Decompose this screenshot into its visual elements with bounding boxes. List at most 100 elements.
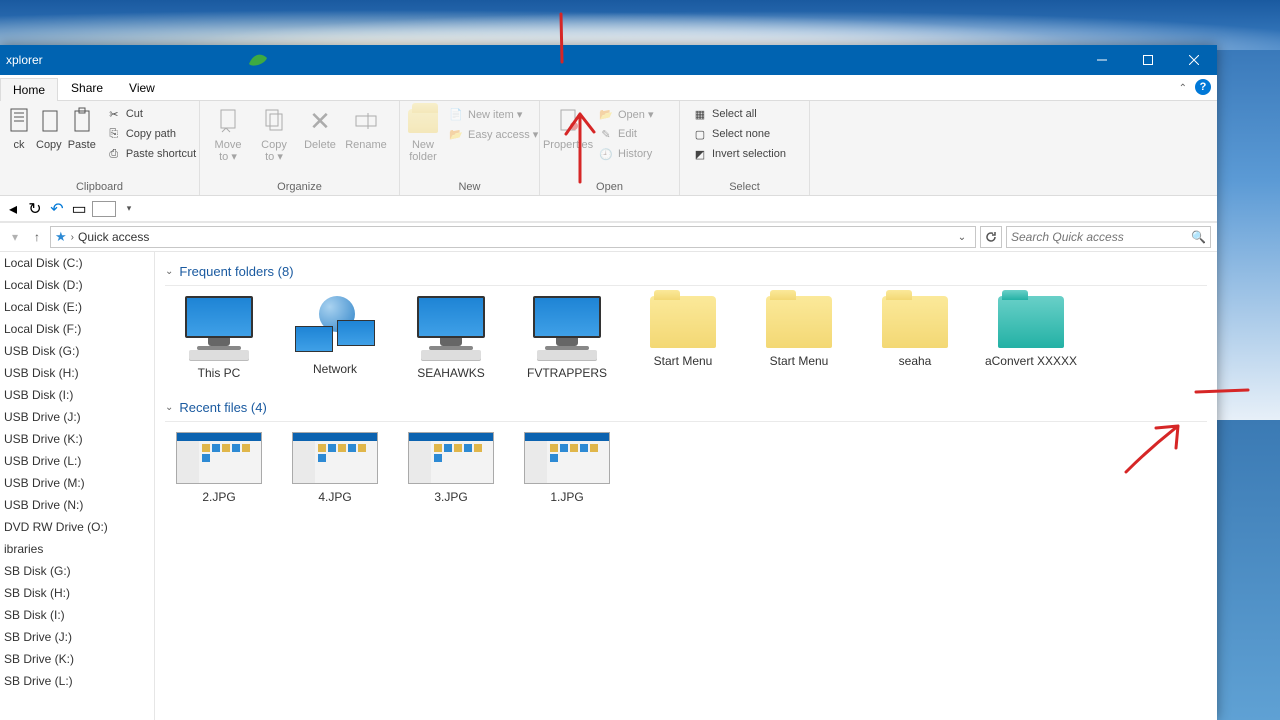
properties-button[interactable]: Properties (546, 103, 590, 153)
paste-shortcut-button[interactable]: ⎙Paste shortcut (102, 145, 200, 163)
breadcrumb[interactable]: Quick access (78, 230, 149, 244)
address-dropdown-button[interactable]: ⌄ (953, 232, 971, 243)
open-button[interactable]: 📂Open ▾ (594, 105, 658, 123)
folder-tile[interactable]: This PC (171, 296, 267, 380)
qat-redo-icon[interactable]: ↻ (26, 200, 44, 218)
select-none-icon: ▢ (692, 126, 708, 142)
move-to-button[interactable]: Move to ▾ (206, 103, 250, 165)
nav-item[interactable]: SB Disk (H:) (0, 582, 154, 604)
qat-properties-icon[interactable]: ▭ (70, 200, 88, 218)
copy-to-button[interactable]: Copy to ▾ (252, 103, 296, 165)
tile-label: Network (313, 362, 357, 376)
folder-tile[interactable]: Start Menu (751, 296, 847, 380)
new-folder-button[interactable]: New folder (406, 103, 440, 165)
search-input[interactable] (1011, 230, 1191, 244)
content-pane[interactable]: ⌄ Frequent folders (8) This PC Network SEA… (155, 252, 1217, 720)
scissors-icon: ✂ (106, 106, 122, 122)
copy-path-button[interactable]: ⎘Copy path (102, 125, 200, 143)
new-item-button[interactable]: 📄New item ▾ (444, 105, 542, 123)
select-all-icon: ▦ (692, 106, 708, 122)
tab-home[interactable]: Home (0, 78, 58, 101)
nav-item[interactable]: USB Drive (J:) (0, 406, 154, 428)
nav-item[interactable]: SB Disk (G:) (0, 560, 154, 582)
cut-button[interactable]: ✂Cut (102, 105, 200, 123)
tile-label: 2.JPG (202, 490, 235, 504)
folder-icon (882, 296, 948, 348)
nav-item[interactable]: DVD RW Drive (O:) (0, 516, 154, 538)
tile-label: SEAHAWKS (417, 366, 485, 380)
ribbon: ck Copy Paste ✂Cut ⎘Copy path ⎙Paste sho… (0, 101, 1217, 196)
easy-access-icon: 📂 (448, 126, 464, 142)
edit-button[interactable]: ✎Edit (594, 125, 658, 143)
tile-label: 3.JPG (434, 490, 467, 504)
history-button[interactable]: 🕘History (594, 145, 658, 163)
select-all-button[interactable]: ▦Select all (688, 105, 790, 123)
tab-share[interactable]: Share (58, 76, 116, 100)
nav-item[interactable]: Local Disk (D:) (0, 274, 154, 296)
navigation-pane[interactable]: Local Disk (C:)Local Disk (D:)Local Disk… (0, 252, 155, 720)
qat-undo-icon[interactable]: ↶ (48, 200, 66, 218)
maximize-button[interactable] (1125, 45, 1171, 75)
file-tile[interactable]: 4.JPG (287, 432, 383, 504)
nav-back-button[interactable]: ▾ (6, 228, 24, 246)
nav-item[interactable]: USB Drive (K:) (0, 428, 154, 450)
minimize-button[interactable] (1079, 45, 1125, 75)
file-tile[interactable]: 3.JPG (403, 432, 499, 504)
nav-item[interactable]: USB Drive (M:) (0, 472, 154, 494)
copy-button[interactable]: Copy (34, 103, 64, 153)
help-icon[interactable]: ? (1195, 79, 1211, 95)
chevron-down-icon: ⌄ (165, 266, 173, 277)
tile-label: 4.JPG (318, 490, 351, 504)
new-item-icon: 📄 (448, 106, 464, 122)
nav-item[interactable]: USB Disk (H:) (0, 362, 154, 384)
delete-button[interactable]: ✕Delete (298, 103, 342, 153)
network-icon (295, 296, 375, 356)
select-none-button[interactable]: ▢Select none (688, 125, 790, 143)
nav-item[interactable]: Local Disk (E:) (0, 296, 154, 318)
screenshot-thumb-icon (408, 432, 494, 484)
nav-item[interactable]: USB Drive (L:) (0, 450, 154, 472)
address-bar[interactable]: ★ › Quick access ⌄ (50, 226, 976, 248)
easy-access-button[interactable]: 📂Easy access ▾ (444, 125, 542, 143)
title-bar[interactable]: xplorer (0, 45, 1217, 75)
ribbon-tabs: Home Share View ⌃ ? (0, 75, 1217, 101)
group-header-recent[interactable]: ⌄ Recent files (4) (165, 394, 1207, 422)
folder-tile[interactable]: Network (287, 296, 383, 380)
folder-tile[interactable]: Start Menu (635, 296, 731, 380)
collapse-ribbon-button[interactable]: ⌃ (1179, 83, 1187, 94)
tab-view[interactable]: View (116, 76, 168, 100)
folder-icon (998, 296, 1064, 348)
invert-selection-button[interactable]: ◩Invert selection (688, 145, 790, 163)
nav-item[interactable]: ibraries (0, 538, 154, 560)
folder-tile[interactable]: FVTRAPPERS (519, 296, 615, 380)
qat-input[interactable] (92, 201, 116, 217)
nav-item[interactable]: Local Disk (C:) (0, 252, 154, 274)
group-header-frequent[interactable]: ⌄ Frequent folders (8) (165, 258, 1207, 286)
nav-item[interactable]: USB Disk (G:) (0, 340, 154, 362)
tile-label: FVTRAPPERS (527, 366, 607, 380)
close-button[interactable] (1171, 45, 1217, 75)
screenshot-thumb-icon (292, 432, 378, 484)
search-box[interactable]: 🔍 (1006, 226, 1211, 248)
qat-back-icon[interactable]: ◂ (4, 200, 22, 218)
folder-tile[interactable]: seaha (867, 296, 963, 380)
nav-item[interactable]: Local Disk (F:) (0, 318, 154, 340)
tile-label: 1.JPG (550, 490, 583, 504)
folder-tile[interactable]: aConvert XXXXX (983, 296, 1079, 380)
nav-item[interactable]: USB Drive (N:) (0, 494, 154, 516)
nav-up-button[interactable]: ↑ (28, 228, 46, 246)
nav-item[interactable]: USB Disk (I:) (0, 384, 154, 406)
nav-item[interactable]: SB Drive (J:) (0, 626, 154, 648)
folder-tile[interactable]: SEAHAWKS (403, 296, 499, 380)
rename-button[interactable]: Rename (344, 103, 388, 153)
file-tile[interactable]: 2.JPG (171, 432, 267, 504)
screenshot-thumb-icon (176, 432, 262, 484)
file-tile[interactable]: 1.JPG (519, 432, 615, 504)
refresh-button[interactable] (980, 226, 1002, 248)
paste-button[interactable]: Paste (66, 103, 98, 153)
nav-item[interactable]: SB Disk (I:) (0, 604, 154, 626)
nav-item[interactable]: SB Drive (L:) (0, 670, 154, 692)
qat-customize-button[interactable]: ▾ (120, 200, 138, 218)
nav-item[interactable]: SB Drive (K:) (0, 648, 154, 670)
pin-button[interactable]: ck (6, 103, 32, 153)
